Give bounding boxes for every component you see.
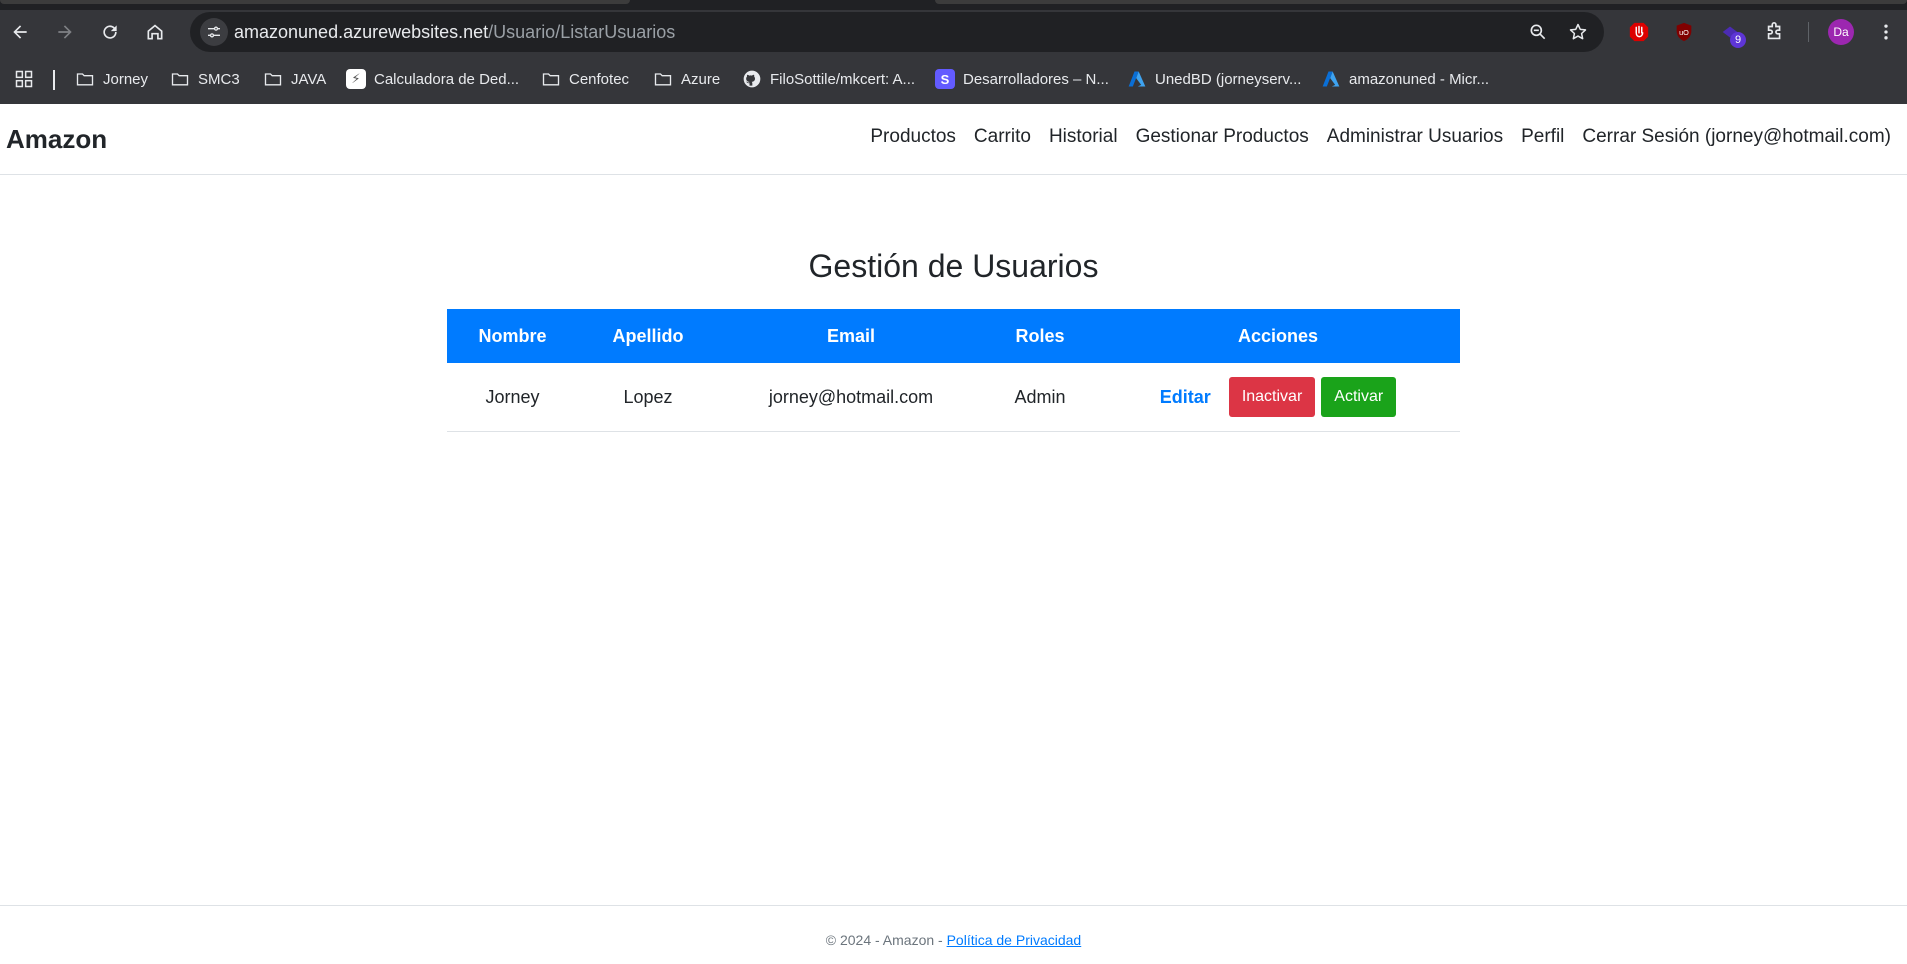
cell-apellido: Lopez	[623, 386, 673, 407]
profile-avatar[interactable]: Da	[1828, 19, 1854, 45]
purple-extension-icon[interactable]: 9	[1718, 20, 1746, 48]
github-icon	[743, 70, 761, 88]
menu-kebab-icon[interactable]	[1874, 20, 1898, 44]
bookmark-calculadora[interactable]: ⚡ Calculadora de Ded...	[346, 66, 519, 92]
url-path: /Usuario/ListarUsuarios	[488, 22, 676, 42]
cell-email: jorney@hotmail.com	[768, 386, 934, 407]
reload-button[interactable]	[93, 15, 127, 49]
azure-icon	[1128, 71, 1146, 87]
web-page: Amazon Productos Carrito Historial Gesti…	[0, 104, 1907, 964]
folder-icon	[654, 73, 672, 86]
home-button[interactable]	[138, 15, 172, 49]
bookmark-label: UnedBD (jorneyserv...	[1155, 70, 1302, 88]
bookmark-java[interactable]: JAVA	[263, 66, 326, 92]
brand-link[interactable]: Amazon	[6, 124, 107, 155]
tab-edge-right	[935, 0, 1907, 4]
nav-link-cerrar-sesion[interactable]: Cerrar Sesión (jorney@hotmail.com)	[1582, 126, 1891, 148]
site-info-icon[interactable]	[200, 18, 228, 46]
column-header-roles: Roles	[1015, 325, 1065, 346]
bookmark-desarrolladores[interactable]: S Desarrolladores – N...	[935, 66, 1109, 92]
bookmark-label: Calculadora de Ded...	[374, 70, 520, 88]
bookmark-label: amazonuned - Micr...	[1349, 70, 1490, 88]
stripe-icon: S	[935, 69, 955, 89]
activate-button[interactable]: Activar	[1321, 377, 1397, 417]
browser-chrome: amazonuned.azurewebsites.net/Usuario/Lis…	[0, 0, 1907, 104]
column-header-apellido: Apellido	[612, 325, 684, 346]
column-header-acciones: Acciones	[1237, 325, 1319, 346]
bookmark-label: Desarrolladores – N...	[963, 70, 1109, 88]
nav-link-gestionar-productos[interactable]: Gestionar Productos	[1136, 126, 1309, 148]
arrow-right-icon	[58, 25, 72, 39]
folder-icon	[542, 73, 560, 86]
folder-icon	[76, 73, 94, 86]
bookmark-label: Azure	[681, 70, 721, 88]
edit-link[interactable]: Editar	[1160, 387, 1211, 408]
column-header-email: Email	[826, 325, 876, 346]
bookmark-unedbd[interactable]: UnedBD (jorneyserv...	[1127, 66, 1301, 92]
cell-roles: Admin	[1014, 386, 1066, 407]
azure-icon	[1322, 71, 1340, 87]
forward-button[interactable]	[48, 15, 82, 49]
browser-toolbar: amazonuned.azurewebsites.net/Usuario/Lis…	[0, 11, 1907, 53]
deactivate-button[interactable]: Inactivar	[1228, 377, 1316, 417]
url-host: amazonuned.azurewebsites.net	[234, 22, 489, 42]
bookmark-label: SMC3	[198, 70, 240, 88]
bookmark-label: Jorney	[103, 70, 149, 88]
adblock-extension-icon[interactable]	[1627, 20, 1651, 44]
bookmark-smc3[interactable]: SMC3	[170, 66, 240, 92]
extension-badge: 9	[1730, 32, 1746, 48]
copyright-text: © 2024 - Amazon -	[825, 932, 947, 948]
page-title: Gestión de Usuarios	[808, 248, 1099, 284]
column-header-nombre: Nombre	[478, 325, 547, 346]
nav-link-historial[interactable]: Historial	[1049, 126, 1118, 148]
svg-text:uO: uO	[1679, 28, 1689, 37]
bookmark-label: FiloSottile/mkcert: A...	[770, 70, 916, 88]
address-bar[interactable]: amazonuned.azurewebsites.net/Usuario/Lis…	[190, 12, 1604, 52]
table-header: Nombre Apellido Email Roles Acciones	[447, 309, 1460, 363]
tab-strip	[0, 0, 1907, 10]
folder-icon	[171, 73, 189, 86]
bookmark-label: Cenfotec	[569, 70, 630, 88]
folder-icon	[264, 73, 282, 86]
bookmark-mkcert[interactable]: FiloSottile/mkcert: A...	[742, 66, 915, 92]
table-row: Jorney Lopez jorney@hotmail.com Admin Ed…	[447, 363, 1460, 432]
reload-icon	[103, 25, 117, 39]
toolbar-divider	[1808, 22, 1809, 42]
tab-edge-left	[0, 0, 630, 4]
nav-link-perfil[interactable]: Perfil	[1521, 126, 1564, 148]
users-table: Nombre Apellido Email Roles Acciones Jor…	[447, 309, 1460, 432]
arrow-left-icon	[13, 25, 27, 39]
ublock-extension-icon[interactable]: uO	[1672, 20, 1696, 44]
bookmarks-divider	[53, 70, 55, 90]
nav-link-carrito[interactable]: Carrito	[974, 126, 1031, 148]
bookmarks-bar: Jorney SMC3 JAVA ⚡ Calculadora de Ded...…	[0, 62, 1907, 96]
footer-text: © 2024 - Amazon - Política de Privacidad	[0, 932, 1907, 948]
bookmark-azure[interactable]: Azure	[653, 66, 720, 92]
zoom-icon[interactable]	[1526, 20, 1550, 44]
nav-link-productos[interactable]: Productos	[870, 126, 956, 148]
bookmark-cenfotec[interactable]: Cenfotec	[541, 66, 629, 92]
nav-links: Productos Carrito Historial Gestionar Pr…	[870, 126, 1891, 148]
back-button[interactable]	[3, 15, 37, 49]
home-icon	[147, 24, 163, 40]
calculator-icon: ⚡	[346, 69, 366, 89]
url-text: amazonuned.azurewebsites.net/Usuario/Lis…	[234, 22, 675, 43]
privacy-policy-link[interactable]: Política de Privacidad	[947, 932, 1082, 948]
site-navbar: Amazon Productos Carrito Historial Gesti…	[0, 104, 1907, 175]
bookmark-label: JAVA	[291, 70, 327, 88]
extensions-puzzle-icon[interactable]	[1763, 20, 1787, 44]
nav-link-administrar-usuarios[interactable]: Administrar Usuarios	[1327, 126, 1503, 148]
cell-acciones: Editar Inactivar Activar	[1096, 363, 1460, 431]
bookmark-amazonuned[interactable]: amazonuned - Micr...	[1321, 66, 1489, 92]
apps-grid-icon[interactable]	[14, 66, 34, 92]
site-footer: © 2024 - Amazon - Política de Privacidad	[0, 905, 1907, 964]
bookmark-star-icon[interactable]	[1566, 20, 1590, 44]
bookmark-jorney[interactable]: Jorney	[75, 66, 148, 92]
cell-nombre: Jorney	[485, 386, 540, 407]
